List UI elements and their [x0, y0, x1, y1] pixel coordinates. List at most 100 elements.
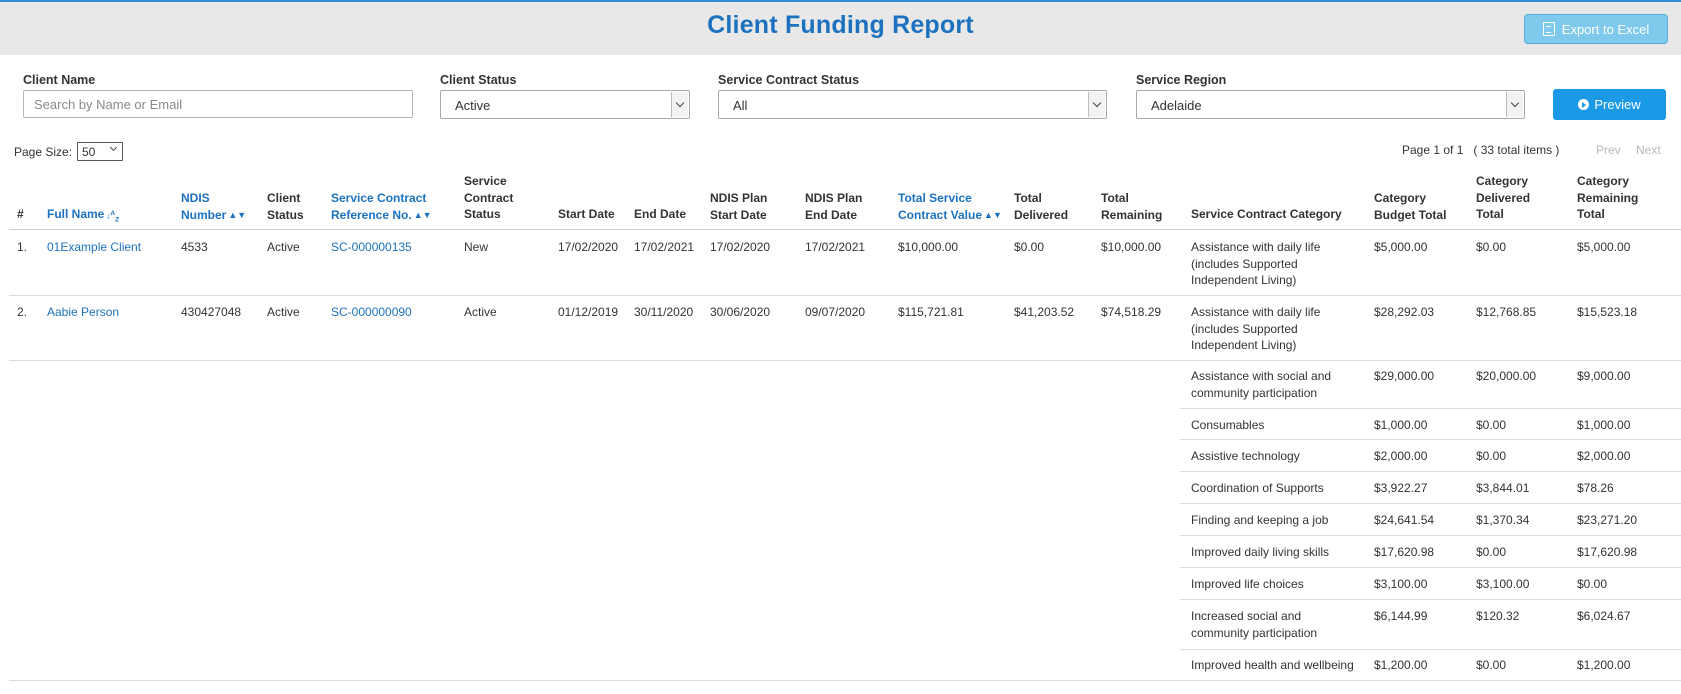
paging-info: Page 1 of 1 ( 33 total items ) [1402, 143, 1560, 157]
col-header-plan-end: NDIS Plan End Date [805, 190, 862, 223]
service-region-select[interactable]: Adelaide [1136, 90, 1525, 119]
report-header-bar: Client Funding Report Export to Excel [0, 0, 1681, 55]
category-name-line: Increased social and [1191, 609, 1302, 623]
col-header-cat-budget-line1: Category [1374, 191, 1427, 205]
plan-start-date: 17/02/2020 [710, 240, 771, 254]
prev-page-link[interactable]: Prev [1596, 143, 1621, 157]
col-header-cat-remaining-line3: Total [1577, 207, 1605, 221]
page-size-select[interactable]: 50 [77, 142, 123, 161]
contract-status-label: Service Contract Status [718, 73, 860, 87]
export-to-excel-button[interactable]: Export to Excel [1524, 14, 1668, 44]
client-name-search-input[interactable] [23, 90, 413, 118]
category-name: Improved life choices [1191, 577, 1304, 591]
col-header-client-status: Client Status [267, 190, 304, 223]
service-region-dropdown-arrow[interactable] [1506, 92, 1523, 117]
row-divider [9, 680, 1681, 681]
subrow-divider [1180, 649, 1681, 650]
col-header-total-contract-value[interactable]: Total Service Contract Value ▲▼ [898, 190, 1002, 223]
col-header-total-remaining-line2: Remaining [1101, 207, 1163, 222]
category-name-line: community participation [1191, 385, 1318, 400]
play-circle-icon [1578, 99, 1590, 110]
page-title: Client Funding Report [707, 11, 974, 39]
category-name-line: (includes Supported [1191, 256, 1298, 271]
category-name: Improved daily living skills [1191, 545, 1330, 559]
category-remaining: $1,000.00 [1577, 418, 1631, 432]
end-date: 30/11/2020 [634, 305, 694, 319]
category-remaining: $9,000.00 [1577, 369, 1631, 383]
client-status-select[interactable]: Active [440, 90, 690, 119]
subrow-divider [1180, 439, 1681, 440]
category-budget: $1,000.00 [1374, 418, 1428, 432]
col-header-contract-status: Service Contract Status [464, 173, 513, 223]
col-header-category-budget: Category Budget Total [1374, 190, 1446, 223]
category-name-line: Independent Living) [1191, 338, 1297, 352]
category-name: Coordination of Supports [1191, 481, 1324, 495]
category-name: Increased social and community participa… [1191, 608, 1317, 641]
row-number: 1. [17, 240, 28, 254]
client-name-label: Client Name [23, 73, 96, 87]
col-header-contract-reference[interactable]: Service Contract Reference No. ▲▼ [331, 190, 432, 223]
col-header-cat-delivered-line2: Delivered [1476, 190, 1531, 205]
col-header-category: Service Contract Category [1191, 207, 1342, 221]
col-header-total-delivered-line1: Total [1014, 191, 1042, 205]
col-header-total-value-line2: Contract Value [898, 207, 983, 222]
start-date: 17/02/2020 [558, 240, 619, 254]
client-name-link[interactable]: 01Example Client [47, 239, 141, 256]
category-delivered: $1,370.34 [1476, 513, 1530, 527]
col-header-total-remaining: Total Remaining [1101, 190, 1162, 223]
col-header-cat-budget-line2: Budget Total [1374, 207, 1447, 222]
export-label: Export to Excel [1561, 21, 1650, 37]
category-budget: $2,000.00 [1374, 449, 1428, 463]
client-status: Active [267, 240, 300, 254]
col-header-plan-start-line1: NDIS Plan [710, 191, 768, 205]
col-header-ndis-number[interactable]: NDIS Number ▲▼ [181, 190, 246, 223]
total-delivered: $0.00 [1014, 240, 1045, 254]
col-header-contract-status-line3: Status [464, 207, 501, 221]
category-remaining: $0.00 [1577, 577, 1608, 591]
header-divider [9, 229, 1681, 230]
col-header-client-status-line1: Client [267, 191, 301, 205]
subrow-divider [1180, 503, 1681, 504]
col-header-total-delivered: Total Delivered [1014, 190, 1068, 223]
col-header-cat-remaining-line2: Remaining [1577, 190, 1639, 205]
category-remaining: $5,000.00 [1577, 240, 1631, 254]
total-contract-value: $10,000.00 [898, 240, 959, 254]
plan-end-date: 17/02/2021 [805, 240, 866, 254]
next-page-link[interactable]: Next [1636, 143, 1661, 157]
subrow-divider [1180, 599, 1681, 600]
client-status-dropdown-arrow[interactable] [671, 92, 688, 117]
row-number: 2. [17, 305, 28, 319]
category-budget: $17,620.98 [1374, 545, 1435, 559]
category-name-line: Assistance with daily life [1191, 305, 1321, 319]
category-budget: $3,100.00 [1374, 577, 1428, 591]
col-header-total-delivered-line2: Delivered [1014, 207, 1069, 222]
preview-button[interactable]: Preview [1553, 89, 1666, 120]
contract-reference-link[interactable]: SC-000000135 [331, 239, 412, 256]
subrow-divider [1180, 408, 1681, 409]
category-remaining: $15,523.18 [1577, 305, 1638, 319]
client-status-label: Client Status [440, 73, 517, 87]
chevron-down-icon [109, 143, 118, 152]
col-header-contract-ref-line1: Service Contract [331, 191, 427, 205]
contract-status-select[interactable]: All [718, 90, 1107, 119]
total-delivered: $41,203.52 [1014, 305, 1075, 319]
category-remaining: $23,271.20 [1577, 513, 1638, 527]
client-name-link[interactable]: Aabie Person [47, 304, 119, 321]
category-delivered: $3,100.00 [1476, 577, 1530, 591]
plan-start-date: 30/06/2020 [710, 305, 771, 319]
col-header-plan-end-line1: NDIS Plan [805, 191, 863, 205]
contract-status-dropdown-arrow[interactable] [1088, 92, 1105, 117]
col-header-cat-delivered-line1: Category [1476, 174, 1529, 188]
total-contract-value: $115,721.81 [898, 305, 964, 319]
category-delivered: $0.00 [1476, 658, 1507, 672]
category-delivered: $120.32 [1476, 609, 1520, 623]
col-header-contract-status-line1: Service [464, 174, 507, 188]
contract-reference-link[interactable]: SC-000000090 [331, 304, 412, 321]
category-delivered: $0.00 [1476, 449, 1507, 463]
col-header-cat-remaining-line1: Category [1577, 174, 1630, 188]
category-delivered: $3,844.01 [1476, 481, 1530, 495]
col-header-full-name[interactable]: Full Name ↓AZ [47, 206, 119, 224]
category-name: Assistance with social and community par… [1191, 368, 1331, 401]
subrow-divider [1180, 471, 1681, 472]
contract-status: New [464, 240, 489, 254]
